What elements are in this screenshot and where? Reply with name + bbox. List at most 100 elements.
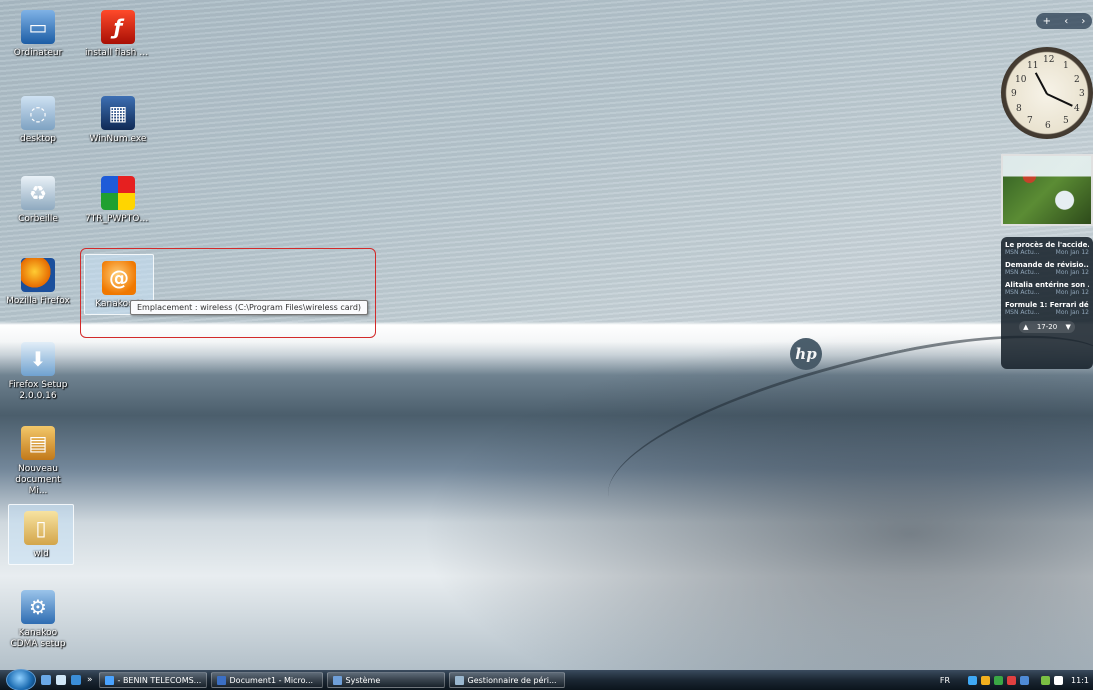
news-item[interactable]: Alitalia entérine son ... MSN Actu... Mon… [1005,281,1089,296]
desktop-icon-kanakoo-setup[interactable]: ⚙ Kanakoo CDMA setup [5,590,71,650]
news-item[interactable]: Demande de révisio... MSN Actu... Mon Jan… [1005,261,1089,276]
language-indicator[interactable]: FR [940,676,950,685]
news-headline: Formule 1: Ferrari dé... [1005,301,1089,309]
desktop-icon-label: Kanakoo CDMA setup [10,628,66,649]
desktop-icon-flash-installer[interactable]: ƒ install flash pl... [85,10,151,59]
wireless-icon[interactable] [1041,675,1051,685]
taskbar-button-device-manager[interactable]: Gestionnaire de péri... [448,672,565,688]
sidebar-controls: + ‹ › [1036,13,1092,29]
desktop-icon-label: wld [33,549,49,559]
desktop-icon-new-document[interactable]: ▤ Nouveau document Mi... [5,426,71,497]
news-item[interactable]: Formule 1: Ferrari dé... MSN Actu... Mon … [1005,301,1089,316]
recycle-bin-icon: ♻ [21,176,55,210]
desktop-icon-label: Nouveau document Mi... [15,464,61,496]
color-balls-icon [101,176,135,210]
desktop-icon-label: Corbeille [18,214,58,224]
news-source: MSN Actu... [1005,289,1040,296]
clock-number: 3 [1079,89,1085,99]
clock-number: 11 [1027,61,1039,71]
device-manager-icon [454,675,464,685]
winnum-exe-icon: ▦ [101,96,135,130]
word-document-icon: ▤ [21,426,55,460]
taskbar-button-label: - BENIN TELECOMS... [117,675,202,685]
desktop-icon-folder[interactable]: ▯ wld [8,504,74,565]
news-pager: ▲ 17-20 ▼ [1019,321,1075,333]
desktop-icon-computer[interactable]: ▭ Ordinateur [5,10,71,59]
desktop-icon-label: Mozilla Firefox [6,296,70,306]
desktop-icon-firefox-setup[interactable]: ⬇ Firefox Setup 2.0.0.16 [5,342,71,402]
taskbar-button-label: Système [345,675,381,685]
slideshow-gadget[interactable] [1001,154,1093,226]
clock-number: 7 [1027,116,1033,126]
show-desktop-icon[interactable] [41,675,51,685]
clock-number: 10 [1015,75,1027,85]
security-icon[interactable] [981,675,991,685]
taskbar-button-document1[interactable]: Document1 - Micro... [210,672,323,688]
clock-gadget[interactable]: 12 1 2 3 4 5 6 7 8 9 10 11 [1001,47,1093,139]
taskbar-button-systeme[interactable]: Système [326,672,445,688]
computer-icon: ▭ [21,10,55,44]
desktop-icon-label: WinNum.exe [89,134,147,144]
desktop-icon-label: 7TR_PWPTOOl... [85,214,151,224]
taskbar-button-label: Gestionnaire de péri... [467,675,557,685]
desktop-icon-winnum[interactable]: ▦ WinNum.exe [85,96,151,145]
network-icon[interactable] [968,675,978,685]
ie-quicklaunch-icon[interactable] [71,675,81,685]
news-gadget: Le procès de l'accide... MSN Actu... Mon … [1001,237,1093,369]
news-prev-icon[interactable]: ▲ [1023,323,1028,331]
antivirus-icon[interactable] [994,675,1004,685]
firefox-setup-icon: ⬇ [21,342,55,376]
clock-number: 8 [1016,104,1022,114]
clock-number: 2 [1074,75,1080,85]
folder-icon: ▯ [24,511,58,545]
desktop-icon-firefox[interactable]: Mozilla Firefox [5,258,71,307]
desktop-icon-label: desktop [20,134,56,144]
alert-icon[interactable] [1007,675,1017,685]
news-next-icon[interactable]: ▼ [1065,323,1070,331]
add-gadget-button[interactable]: + [1043,16,1051,27]
taskbar-button-benin-telecoms[interactable]: - BENIN TELECOMS... [98,672,207,688]
clock-number: 9 [1011,89,1017,99]
volume-icon[interactable] [1054,675,1064,685]
flash-installer-icon: ƒ [101,10,135,44]
news-date: Mon Jan 12 [1055,309,1089,316]
start-button[interactable] [6,669,36,690]
word-icon [216,675,226,685]
taskbar-button-label: Document1 - Micro... [229,675,314,685]
news-date: Mon Jan 12 [1055,289,1089,296]
news-source: MSN Actu... [1005,269,1040,276]
news-headline: Le procès de l'accide... [1005,241,1089,249]
switch-windows-icon[interactable] [56,675,66,685]
location-tooltip: Emplacement : wireless (C:\Program Files… [130,300,369,315]
prev-gadget-button[interactable]: ‹ [1064,16,1068,27]
desktop-icon-recycle-bin[interactable]: ♻ Corbeille [5,176,71,225]
hp-logo: hp [790,338,822,370]
desktop-file-icon: ◌ [21,96,55,130]
desktop-icon-label: Ordinateur [13,48,63,58]
system-tray: FR 11:1 [940,675,1093,685]
clock-minute-hand [1034,72,1048,95]
system-icon [332,675,342,685]
news-source: MSN Actu... [1005,249,1040,256]
highlight-box [80,248,376,338]
clock-number: 4 [1074,104,1080,114]
news-headline: Alitalia entérine son ... [1005,281,1089,289]
desktop-icon-desktop-file[interactable]: ◌ desktop [5,96,71,145]
clock-number: 6 [1045,121,1051,131]
desktop-icon-pwp-tool[interactable]: 7TR_PWPTOOl... [85,176,151,225]
desktop-icon-label: Firefox Setup 2.0.0.16 [8,380,68,401]
news-item[interactable]: Le procès de l'accide... MSN Actu... Mon … [1005,241,1089,256]
taskbar-clock[interactable]: 11:1 [1071,676,1089,685]
kanakoo-setup-icon: ⚙ [21,590,55,624]
next-gadget-button[interactable]: › [1081,16,1085,27]
news-source: MSN Actu... [1005,309,1040,316]
connection-icon[interactable] [1020,675,1030,685]
clock-number: 5 [1063,116,1069,126]
ie-icon [104,675,114,685]
firefox-icon [21,258,55,292]
clock-number: 12 [1043,55,1055,65]
quicklaunch-overflow-icon[interactable]: » [87,675,93,685]
taskbar: » - BENIN TELECOMS... Document1 - Micro.… [0,669,1093,690]
clock-number: 1 [1063,61,1069,71]
desktop-icon-label: install flash pl... [85,48,151,58]
